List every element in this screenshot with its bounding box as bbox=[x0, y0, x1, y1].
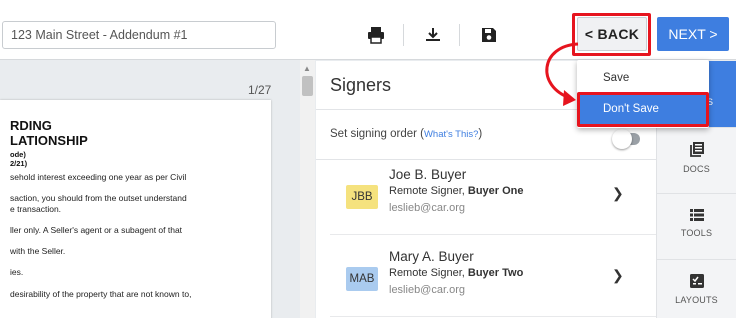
rail-item-docs[interactable]: DOCS bbox=[657, 127, 736, 193]
doc-text-line: ller only. A Seller's agent or a subagen… bbox=[10, 225, 183, 235]
signers-title: Signers bbox=[330, 75, 392, 95]
tools-icon bbox=[657, 208, 736, 224]
document-page[interactable]: RDING LATIONSHIP ode) 2/21) sehold inter… bbox=[0, 100, 271, 318]
doc-subheading: ode) bbox=[10, 150, 26, 159]
signing-order-label: Set signing order (What's This?) bbox=[330, 128, 483, 140]
doc-text-line: desirability of the property that are no… bbox=[10, 289, 192, 299]
document-name-field[interactable]: 123 Main Street - Addendum #1 bbox=[2, 21, 276, 49]
doc-text-line: sehold interest exceeding one year as pe… bbox=[10, 172, 187, 182]
doc-text-line: saction, you should from the outset unde… bbox=[10, 193, 187, 203]
signer-row[interactable]: MAB Mary A. Buyer Remote Signer, Buyer T… bbox=[316, 247, 656, 313]
signer-role: Remote Signer, Buyer One bbox=[389, 185, 524, 197]
signer-row[interactable]: JBB Joe B. Buyer Remote Signer, Buyer On… bbox=[316, 165, 656, 231]
toolbar-divider bbox=[459, 24, 460, 46]
scrollbar-thumb[interactable] bbox=[302, 76, 313, 96]
whats-this-link[interactable]: What's This? bbox=[424, 129, 478, 140]
toolbar-divider bbox=[403, 24, 404, 46]
avatar: MAB bbox=[346, 267, 378, 291]
divider bbox=[316, 159, 656, 160]
menu-item-save[interactable]: Save bbox=[577, 64, 709, 92]
doc-heading: RDING bbox=[10, 118, 52, 133]
toggle-knob[interactable] bbox=[612, 129, 632, 149]
rail-item-tools[interactable]: TOOLS bbox=[657, 193, 736, 259]
rail-label: LAYOUTS bbox=[675, 295, 718, 305]
download-icon[interactable] bbox=[424, 26, 442, 44]
scroll-up-icon[interactable]: ▲ bbox=[303, 64, 311, 73]
doc-text-line: ies. bbox=[10, 267, 24, 277]
avatar: JBB bbox=[346, 185, 378, 209]
layouts-icon bbox=[657, 274, 736, 291]
chevron-right-icon[interactable]: ❯ bbox=[612, 185, 624, 202]
signer-name: Joe B. Buyer bbox=[389, 167, 467, 182]
scrollbar[interactable] bbox=[300, 60, 315, 318]
annotation-arrow-icon bbox=[545, 42, 579, 106]
signer-role: Remote Signer, Buyer Two bbox=[389, 267, 524, 279]
docs-icon bbox=[657, 142, 736, 160]
dont-save-highlight bbox=[577, 92, 709, 127]
next-button[interactable]: NEXT > bbox=[657, 17, 729, 51]
divider bbox=[330, 316, 656, 317]
doc-heading: LATIONSHIP bbox=[10, 133, 88, 148]
rail-label: TOOLS bbox=[680, 228, 713, 238]
print-icon[interactable] bbox=[367, 26, 385, 44]
chevron-right-icon[interactable]: ❯ bbox=[612, 267, 624, 284]
rail-label: DOCS bbox=[683, 164, 710, 174]
doc-text-line: with the Seller. bbox=[10, 246, 66, 256]
doc-text-line: e transaction. bbox=[10, 204, 62, 214]
rail-item-layouts[interactable]: LAYOUTS bbox=[657, 259, 736, 318]
page-counter: 1/27 bbox=[248, 83, 272, 97]
signer-email: leslieb@car.org bbox=[389, 202, 465, 214]
signer-email: leslieb@car.org bbox=[389, 284, 465, 296]
save-icon[interactable] bbox=[480, 26, 498, 44]
signer-name: Mary A. Buyer bbox=[389, 249, 474, 264]
divider bbox=[330, 234, 656, 235]
doc-subheading: 2/21) bbox=[10, 159, 28, 168]
